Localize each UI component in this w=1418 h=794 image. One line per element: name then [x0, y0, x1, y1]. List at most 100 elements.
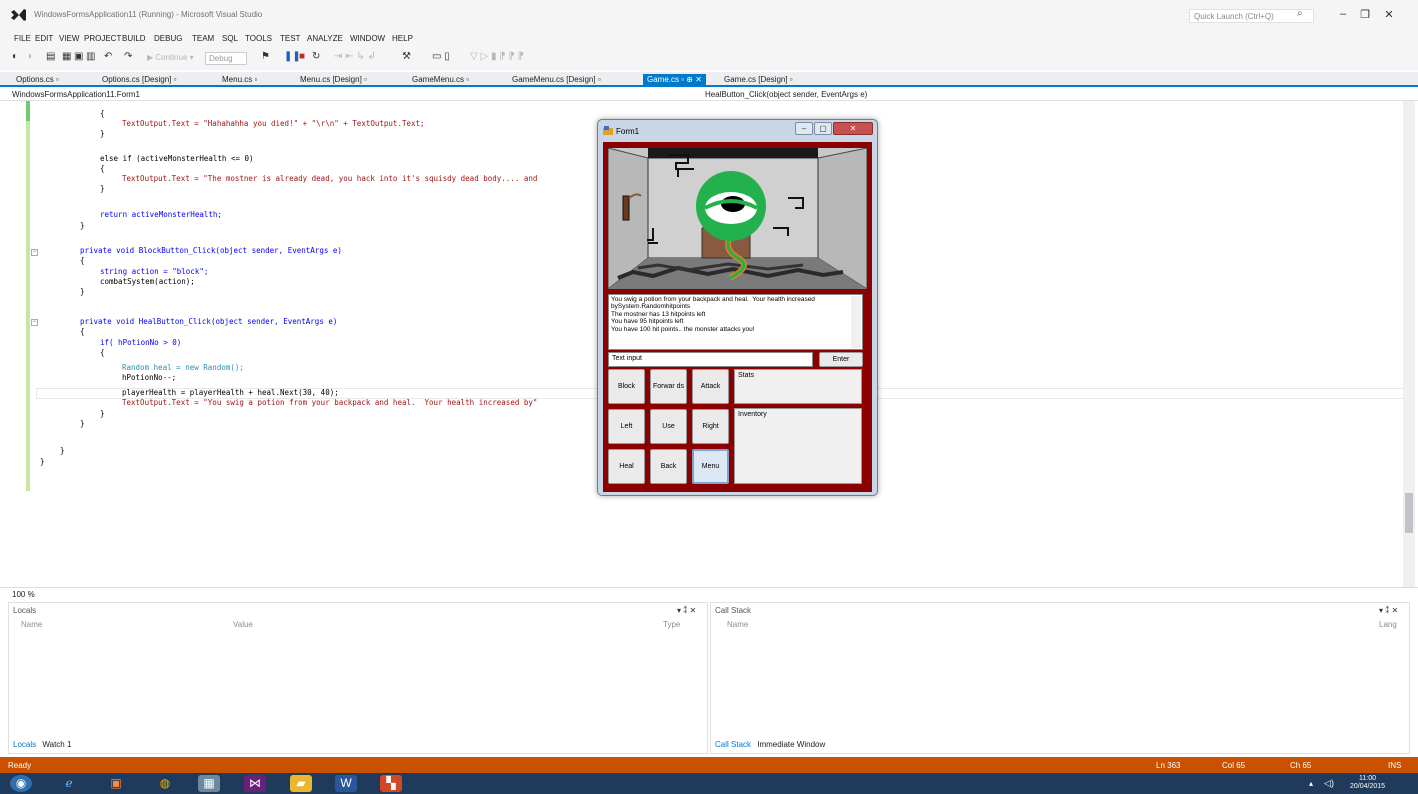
code-line: { [100, 109, 105, 118]
tab-game-cs[interactable]: Game.cs ▫ ⊕ ✕ [643, 74, 706, 87]
form1-window[interactable]: Form1 – ▢ ✕ You swig a potion from your … [597, 119, 878, 496]
text-output-box[interactable]: You swig a potion from your backpack and… [608, 294, 863, 350]
menu-edit[interactable]: EDIT [35, 34, 53, 43]
toolbar-layout-icon[interactable]: ▭ ▯ [432, 51, 450, 62]
back-nav-icon[interactable]: ◐ [12, 51, 18, 62]
menu-tools[interactable]: TOOLS [245, 34, 272, 43]
quick-launch-input[interactable]: Quick Launch (Ctrl+Q) [1189, 9, 1314, 23]
attack-button[interactable]: Attack [692, 369, 729, 404]
toolbar-tools-icon[interactable]: ⚒ [402, 51, 411, 62]
column-header-name[interactable]: Name [727, 620, 748, 629]
scrollbar-thumb[interactable] [1405, 493, 1413, 533]
tab-gamemenu-design[interactable]: GameMenu.cs [Design] ▫ [508, 74, 605, 87]
undo-icon[interactable]: ↶ [104, 51, 112, 62]
panel-controls-icon[interactable]: ▾ ⁑ ✕ [677, 606, 696, 615]
back-button[interactable]: Back [650, 449, 687, 484]
zoom-bar: 100 % [0, 587, 1418, 600]
code-line: TextOutput.Text = "You swig a potion fro… [122, 398, 538, 407]
tab-options-cs[interactable]: Options.cs ▫ [12, 74, 63, 87]
menu-team[interactable]: TEAM [192, 34, 214, 43]
menu-file[interactable]: FILE [14, 34, 31, 43]
zoom-level-select[interactable]: 100 % [12, 590, 35, 599]
tab-menu-design[interactable]: Menu.cs [Design] ▫ [296, 74, 371, 87]
menu-debug[interactable]: DEBUG [154, 34, 182, 43]
flag-icon[interactable]: ⚑ [261, 51, 270, 62]
system-clock[interactable]: 11:00 20/04/2015 [1350, 775, 1385, 791]
enter-button[interactable]: Enter [819, 352, 863, 367]
start-icon[interactable]: ◉ [10, 775, 32, 792]
text-input-field[interactable]: Text input [608, 352, 813, 367]
menu-project[interactable]: PROJECT [84, 34, 121, 43]
menu-test[interactable]: TEST [280, 34, 300, 43]
restart-icon[interactable]: ↻ [312, 51, 320, 62]
minimize-icon[interactable]: – [1334, 8, 1352, 20]
tab-game-design[interactable]: Game.cs [Design] ▫ [720, 74, 797, 87]
chrome-icon[interactable]: ◍ [154, 775, 176, 792]
stop-icon[interactable]: ■ [299, 51, 305, 62]
bookmark-icons[interactable]: ▽ ▷ ▮ ⁋ ⁋ ⁋ [470, 51, 524, 62]
tab-call-stack[interactable]: Call Stack [715, 740, 751, 749]
code-line: combatSystem(action); [100, 277, 195, 286]
tab-gamemenu-cs[interactable]: GameMenu.cs ▫ [408, 74, 473, 87]
config-select[interactable]: Debug [205, 52, 247, 65]
column-header-type[interactable]: Type [663, 620, 680, 629]
menu-button[interactable]: Menu [692, 449, 729, 484]
right-button[interactable]: Right [692, 409, 729, 444]
tab-watch1[interactable]: Watch 1 [42, 740, 71, 749]
heal-button[interactable]: Heal [608, 449, 645, 484]
step-icons[interactable]: ⇥ ⇤ ↳ ↲ [334, 51, 376, 62]
panel-controls-icon[interactable]: ▾ ⁑ ✕ [1379, 606, 1398, 615]
use-button[interactable]: Use [650, 409, 687, 444]
class-dropdown[interactable]: WindowsFormsApplication11.Form1 [12, 90, 140, 99]
tab-immediate-window[interactable]: Immediate Window [757, 740, 825, 749]
paint-app-icon[interactable]: ▦ [198, 775, 220, 792]
menu-analyze[interactable]: ANALYZE [307, 34, 343, 43]
menu-sql[interactable]: SQL [222, 34, 238, 43]
code-line: { [80, 256, 85, 265]
menu-build[interactable]: BUILD [122, 34, 146, 43]
search-icon[interactable]: ⌕ [1297, 8, 1303, 19]
restore-icon[interactable]: ❐ [1356, 8, 1374, 21]
save-all-icon[interactable]: ▥ [86, 51, 95, 62]
menu-view[interactable]: VIEW [59, 34, 79, 43]
forwards-button[interactable]: Forwar ds [650, 369, 687, 404]
redo-icon[interactable]: ↷ [124, 51, 132, 62]
column-header-value[interactable]: Value [233, 620, 253, 629]
form-close-button[interactable]: ✕ [833, 122, 873, 135]
forward-nav-icon[interactable]: ◑ [26, 51, 32, 62]
save-icon[interactable]: ▣ [74, 51, 83, 62]
column-header-name[interactable]: Name [21, 620, 42, 629]
taskbar: ◉ ℯ ▣ ◍ ▦ ⋈ ▰ W ▚ ▴ ◁) 11:00 20/04/2015 [0, 773, 1418, 794]
menu-help[interactable]: HELP [392, 34, 413, 43]
tab-locals[interactable]: Locals [13, 740, 36, 749]
visual-studio-task-icon[interactable]: ⋈ [244, 775, 266, 792]
tab-options-design[interactable]: Options.cs [Design] ▫ [98, 74, 180, 87]
word-icon[interactable]: W [335, 775, 357, 792]
explorer-folder-icon[interactable]: ▰ [290, 775, 312, 792]
close-icon[interactable]: ✕ [1380, 8, 1398, 21]
fold-toggle[interactable]: − [31, 249, 38, 256]
continue-button[interactable]: ▶ Continue ▾ [147, 53, 194, 62]
new-project-icon[interactable]: ▤ [46, 51, 55, 62]
code-line: string action = "block"; [100, 267, 209, 276]
volume-icon[interactable]: ◁) [1318, 775, 1340, 792]
block-button[interactable]: Block [608, 369, 645, 404]
code-line: } [40, 457, 45, 466]
powerpoint-icon[interactable]: ▚ [380, 775, 402, 792]
left-button[interactable]: Left [608, 409, 645, 444]
code-line: else if (activeMonsterHealth <= 0) [100, 154, 254, 163]
form-minimize-button[interactable]: – [795, 122, 813, 135]
media-player-icon[interactable]: ▣ [105, 775, 127, 792]
code-line: if( hPotionNo > 0) [100, 338, 182, 347]
form-maximize-button[interactable]: ▢ [814, 122, 832, 135]
editor-scrollbar[interactable] [1403, 101, 1415, 587]
open-file-icon[interactable]: ▦ [62, 51, 71, 62]
column-header-lang[interactable]: Lang [1379, 620, 1397, 629]
status-line: Ln 363 [1156, 761, 1181, 770]
tab-menu-cs[interactable]: Menu.cs ▫ [218, 74, 261, 87]
fold-toggle[interactable]: − [31, 319, 38, 326]
output-scrollbar[interactable] [851, 296, 861, 348]
ie-icon[interactable]: ℯ [58, 775, 80, 792]
member-dropdown[interactable]: HealButton_Click(object sender, EventArg… [705, 90, 867, 99]
menu-window[interactable]: WINDOW [350, 34, 385, 43]
